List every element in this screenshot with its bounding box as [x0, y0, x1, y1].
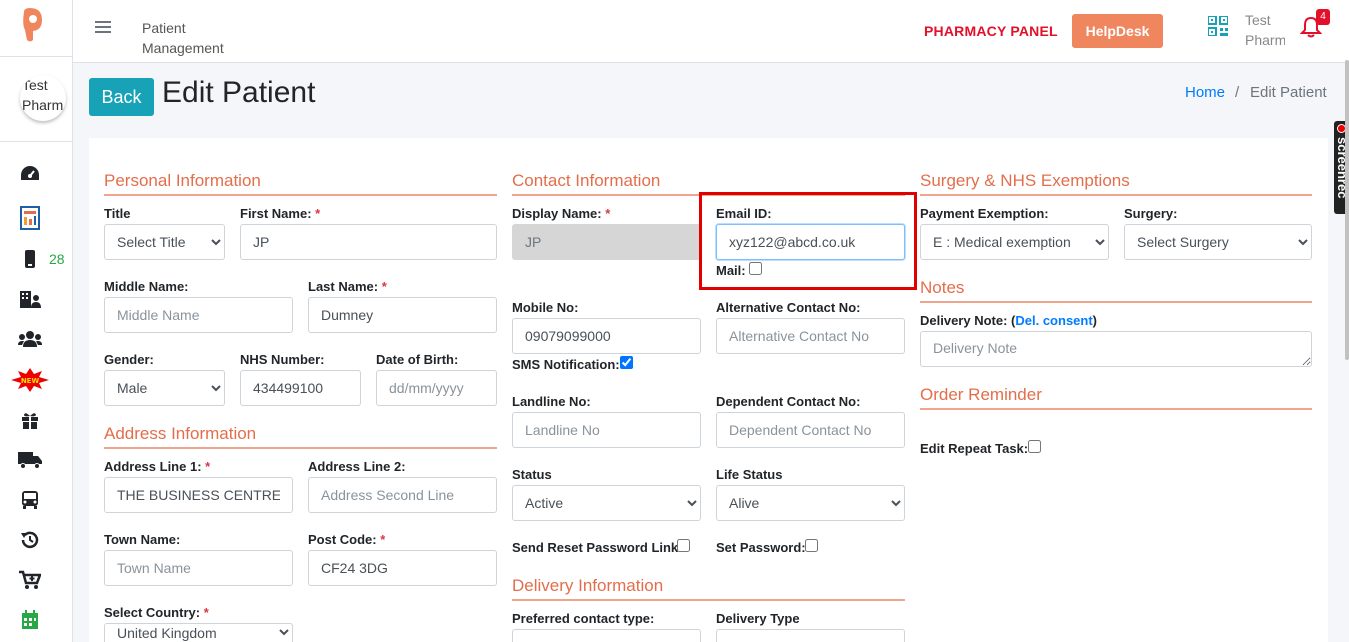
users-icon[interactable] — [18, 327, 42, 351]
last-name-label: Last Name: * — [308, 279, 387, 294]
display-name-label: Display Name: * — [512, 206, 611, 221]
menu-toggle-icon[interactable] — [95, 21, 111, 35]
building-user-icon[interactable] — [18, 287, 42, 311]
delivery-note-label: Delivery Note: (Del. consent) — [920, 313, 1098, 328]
report-icon[interactable] — [18, 206, 42, 230]
nhs-number-label: NHS Number: — [240, 352, 325, 367]
mobile-label: Mobile No: — [512, 300, 579, 315]
order-reminder-heading: Order Reminder — [920, 385, 1312, 410]
surgery-heading: Surgery & NHS Exemptions — [920, 171, 1312, 196]
scrollbar[interactable] — [1345, 60, 1349, 360]
svg-text:NEW: NEW — [21, 377, 40, 385]
middle-name-input[interactable] — [104, 297, 293, 333]
notification-badge: 4 — [1316, 9, 1330, 25]
set-password-label: Set Password: — [716, 540, 806, 555]
preferred-contact-select[interactable] — [512, 629, 701, 642]
helpdesk-button[interactable]: HelpDesk — [1072, 14, 1163, 48]
car-icon[interactable] — [18, 488, 42, 512]
country-select[interactable]: United Kingdom — [104, 623, 293, 642]
middle-name-label: Middle Name: — [104, 279, 189, 294]
mobile-count: 28 — [49, 251, 65, 267]
edit-repeat-task-checkbox[interactable] — [1028, 440, 1041, 453]
set-password-checkbox[interactable] — [805, 539, 818, 552]
address-info-heading: Address Information — [104, 424, 497, 449]
avatar-alt-text: Test Pharm — [22, 77, 64, 113]
edit-repeat-task-label: Edit Repeat Task: — [920, 441, 1029, 456]
mobile-icon[interactable] — [18, 247, 42, 271]
town-label: Town Name: — [104, 532, 181, 547]
address-line2-label: Address Line 2: — [308, 459, 406, 474]
notes-heading: Notes — [920, 278, 1312, 303]
delivery-type-select[interactable] — [716, 629, 905, 642]
nhs-number-input[interactable] — [240, 370, 361, 406]
dashboard-icon[interactable] — [18, 162, 42, 186]
status-label: Status — [512, 467, 552, 482]
user-image-alt-text: Test Pharm — [1245, 12, 1285, 48]
payment-exemption-label: Payment Exemption: — [920, 206, 1049, 221]
address-line1-input[interactable] — [104, 477, 293, 513]
logo[interactable] — [0, 0, 73, 57]
display-name-input — [512, 224, 701, 260]
postcode-input[interactable] — [308, 550, 497, 586]
reset-password-label: Send Reset Password Link: — [512, 540, 683, 555]
title-label: Title — [104, 206, 131, 221]
gift-icon[interactable] — [18, 408, 42, 432]
cart-plus-icon[interactable] — [18, 568, 42, 592]
gender-label: Gender: — [104, 352, 154, 367]
qr-code-icon[interactable] — [1207, 15, 1229, 37]
surgery-label: Surgery: — [1124, 206, 1178, 221]
dob-input[interactable] — [376, 370, 497, 406]
last-name-input[interactable] — [308, 297, 497, 333]
delivery-info-heading: Delivery Information — [512, 576, 905, 601]
alt-contact-input[interactable] — [716, 318, 905, 354]
page-title: Edit Patient — [162, 76, 316, 109]
surgery-select[interactable]: Select Surgery — [1124, 224, 1312, 260]
gender-select[interactable]: Male — [104, 370, 225, 406]
sms-label: SMS Notification: — [512, 357, 620, 372]
history-icon[interactable] — [18, 528, 42, 552]
life-status-select[interactable]: Alive — [716, 485, 905, 521]
delivery-type-label: Delivery Type — [716, 611, 800, 626]
back-button[interactable]: Back — [89, 78, 154, 116]
truck-icon[interactable] — [18, 448, 42, 472]
dob-label: Date of Birth: — [376, 352, 459, 367]
breadcrumb-current: Edit Patient — [1250, 84, 1327, 101]
panel-title: PHARMACY PANEL — [924, 23, 1058, 39]
dependent-label: Dependent Contact No: — [716, 394, 861, 409]
reset-password-checkbox[interactable] — [677, 539, 690, 552]
breadcrumb-separator: / — [1235, 84, 1240, 101]
address-line2-input[interactable] — [308, 477, 497, 513]
user-image[interactable]: Test Pharm — [1245, 10, 1285, 50]
first-name-label: First Name: * — [240, 206, 321, 221]
sidebar: Test Pharm 28 NEW — [0, 0, 73, 642]
payment-exemption-select[interactable]: E : Medical exemption — [920, 224, 1109, 260]
calendar-icon[interactable] — [18, 608, 42, 632]
delivery-note-textarea[interactable] — [920, 331, 1312, 367]
address-line1-label: Address Line 1: * — [104, 459, 211, 474]
avatar-box: Test Pharm — [0, 57, 73, 142]
avatar[interactable]: Test Pharm — [20, 75, 66, 121]
breadcrumb-home[interactable]: Home — [1185, 84, 1225, 101]
landline-input[interactable] — [512, 412, 701, 448]
alt-contact-label: Alternative Contact No: — [716, 300, 861, 315]
postcode-label: Post Code: * — [308, 532, 386, 547]
country-label: Select Country: * — [104, 605, 209, 620]
title-select[interactable]: Select Title — [104, 224, 225, 260]
preferred-contact-label: Preferred contact type: — [512, 611, 655, 626]
personal-info-heading: Personal Information — [104, 171, 497, 196]
sms-checkbox[interactable] — [620, 356, 633, 369]
new-badge-icon[interactable]: NEW — [11, 368, 49, 392]
highlight-box — [699, 192, 917, 290]
mobile-input[interactable] — [512, 318, 701, 354]
life-status-label: Life Status — [716, 467, 783, 482]
topbar: Patient Management PHARMACY PANEL HelpDe… — [73, 0, 1349, 63]
del-consent-link[interactable]: Del. consent — [1015, 313, 1092, 328]
landline-label: Landline No: — [512, 394, 591, 409]
dependent-input[interactable] — [716, 412, 905, 448]
town-input[interactable] — [104, 550, 293, 586]
module-title: Patient Management — [142, 20, 224, 56]
brand-logo-icon — [23, 8, 42, 42]
first-name-input[interactable] — [240, 224, 497, 260]
status-select[interactable]: Active — [512, 485, 701, 521]
